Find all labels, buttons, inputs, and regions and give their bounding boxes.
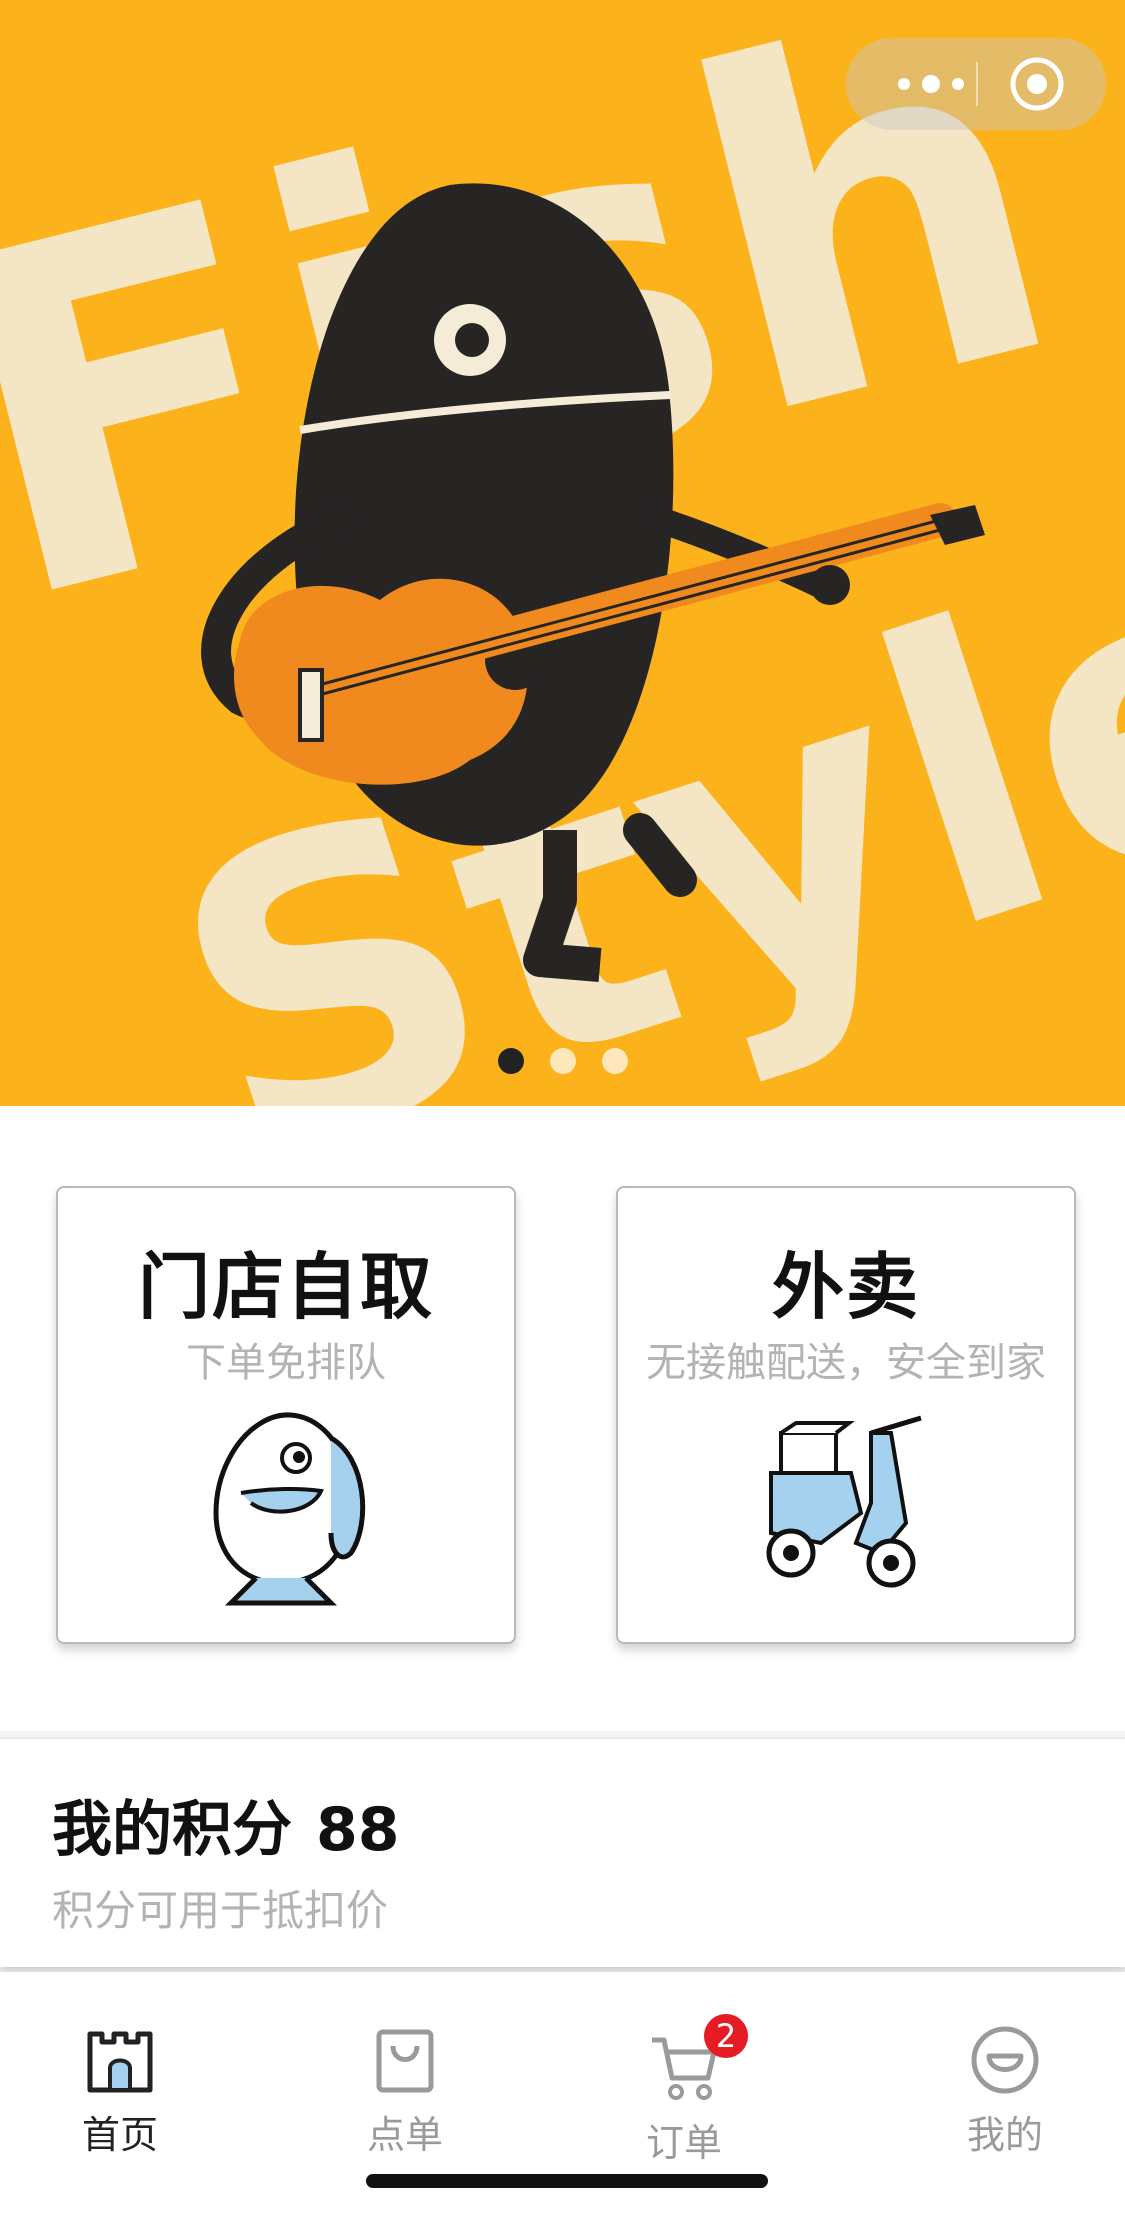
more-dots-icon[interactable] <box>886 62 976 106</box>
orders-badge: 2 <box>704 2014 748 2058</box>
tab-orders-label: 订单 <box>645 2121 722 2165</box>
tab-home-label: 首页 <box>81 2113 158 2157</box>
fish-guitar-illustration: Fish Style <box>0 0 1125 1106</box>
delivery-card[interactable]: 外卖 无接触配送，安全到家 <box>616 1186 1076 1644</box>
pickup-subtitle: 下单免排队 <box>186 1340 386 1386</box>
target-icon[interactable] <box>1009 56 1065 112</box>
smile-icon <box>971 2026 1039 2094</box>
delivery-subtitle: 无接触配送，安全到家 <box>646 1340 1046 1386</box>
capsule-divider <box>976 62 978 106</box>
carousel-dot-1[interactable] <box>497 1048 524 1074</box>
hero-banner[interactable]: Fish Style <box>0 0 1125 1106</box>
scooter-icon <box>766 1415 922 1588</box>
points-title-label: 我的积分 <box>52 1795 292 1865</box>
tab-home[interactable]: 首页 <box>20 1972 220 2172</box>
bag-icon <box>376 2029 434 2093</box>
tab-profile-label: 我的 <box>966 2113 1043 2157</box>
tab-menu-label: 点单 <box>366 2113 443 2157</box>
points-title: 我的积分 88 <box>52 1781 400 1868</box>
pickup-title: 门店自取 <box>137 1245 434 1329</box>
tab-orders[interactable]: 2 订单 <box>584 1972 784 2172</box>
home-indicator[interactable] <box>366 2174 768 2188</box>
mini-program-capsule <box>846 38 1106 130</box>
points-description: 积分可用于抵扣价 <box>52 1886 389 1935</box>
carousel-indicator <box>0 1048 1125 1076</box>
castle-icon <box>87 2031 153 2093</box>
carousel-dot-3[interactable] <box>601 1048 628 1074</box>
fish-icon <box>213 1412 366 1606</box>
tab-profile[interactable]: 我的 <box>905 1972 1105 2172</box>
points-panel[interactable]: 我的积分 88 积分可用于抵扣价 <box>0 1738 1125 1967</box>
tab-menu[interactable]: 点单 <box>305 1972 505 2172</box>
points-value: 88 <box>316 1795 400 1865</box>
delivery-title: 外卖 <box>771 1245 920 1329</box>
pickup-card[interactable]: 门店自取 下单免排队 <box>56 1186 516 1644</box>
carousel-dot-2[interactable] <box>549 1048 576 1074</box>
